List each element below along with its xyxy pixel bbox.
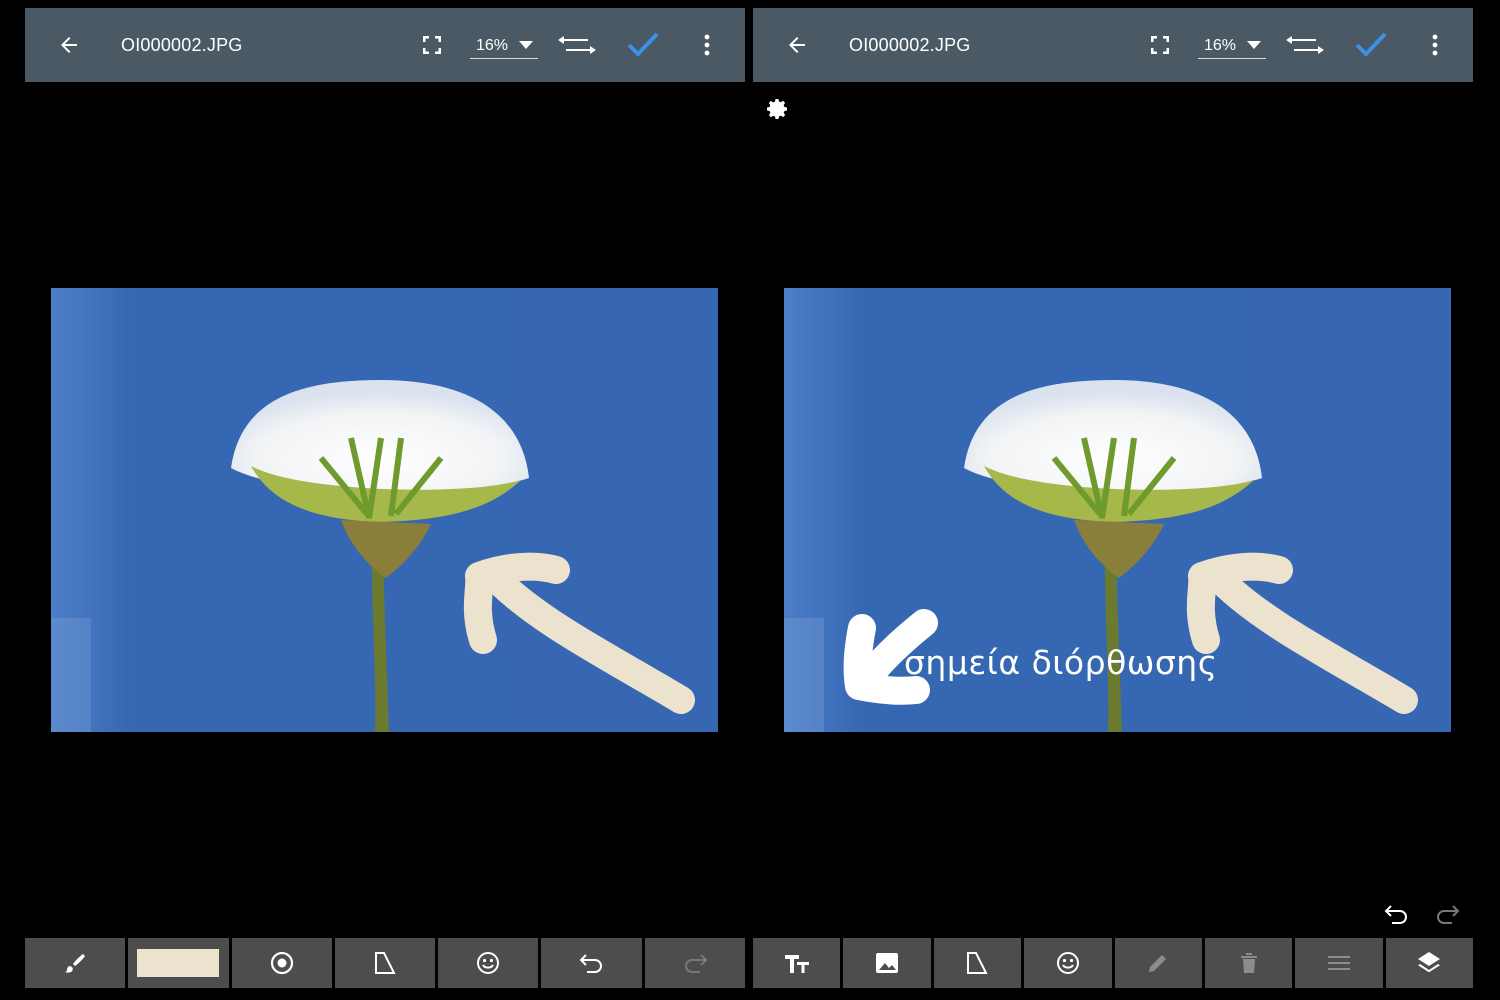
shape-tool-button[interactable] xyxy=(334,938,436,988)
fullscreen-button[interactable] xyxy=(1138,8,1182,82)
zoom-value: 16% xyxy=(1204,37,1237,54)
zoom-value: 16% xyxy=(476,37,509,54)
fullscreen-button[interactable] xyxy=(410,8,454,82)
zoom-dropdown[interactable]: 16% xyxy=(470,34,538,59)
back-button[interactable] xyxy=(773,8,821,82)
overflow-menu-button[interactable] xyxy=(685,8,729,82)
compare-button[interactable] xyxy=(553,8,601,82)
undo-button[interactable] xyxy=(541,938,642,988)
checkmark-icon xyxy=(627,32,659,57)
arrow-back-icon xyxy=(61,37,77,53)
more-vert-icon xyxy=(1432,34,1438,56)
apply-button[interactable] xyxy=(619,8,667,82)
file-title: OI000002.JPG xyxy=(849,34,971,55)
fullscreen-icon xyxy=(1151,36,1169,54)
align-menu-button[interactable] xyxy=(1295,938,1383,988)
left-bottom-toolbar xyxy=(25,938,745,992)
dropdown-arrow-icon xyxy=(1247,41,1261,49)
back-button[interactable] xyxy=(45,8,93,82)
text-size-icon xyxy=(784,955,809,973)
image-tool-button[interactable] xyxy=(843,938,931,988)
emoji-icon xyxy=(477,952,500,974)
delete-button[interactable] xyxy=(1204,938,1293,988)
emoji-tool-button[interactable] xyxy=(1024,938,1112,988)
shape-tool-button[interactable] xyxy=(933,938,1022,988)
checkmark-icon xyxy=(1355,32,1387,57)
shape-icon xyxy=(374,952,396,974)
overflow-menu-button[interactable] xyxy=(1413,8,1457,82)
trash-icon xyxy=(1240,953,1257,973)
menu-lines-icon xyxy=(1327,956,1350,970)
zoom-dropdown[interactable]: 16% xyxy=(1198,34,1266,59)
undo-icon xyxy=(579,954,602,973)
layers-icon xyxy=(1418,952,1441,973)
left-app-bar: OI000002.JPG 16% xyxy=(25,8,745,82)
pencil-icon xyxy=(1149,955,1167,972)
brush-tool-button[interactable] xyxy=(25,938,126,988)
settings-button[interactable] xyxy=(765,96,791,122)
apply-button[interactable] xyxy=(1347,8,1395,82)
canvas-undo-button[interactable] xyxy=(1381,900,1413,928)
canvas-redo-button[interactable] xyxy=(1431,900,1463,928)
layers-button[interactable] xyxy=(1385,938,1473,988)
redo-icon xyxy=(684,954,708,973)
fullscreen-icon xyxy=(423,36,441,54)
swap-arrows-icon xyxy=(1286,36,1324,54)
edit-tool-button[interactable] xyxy=(1114,938,1202,988)
photo-canvas[interactable]: σημεία διόρθωσης xyxy=(784,288,1451,732)
gear-icon xyxy=(767,99,787,119)
emoji-icon xyxy=(1056,952,1079,974)
brush-icon xyxy=(65,954,86,973)
image-icon xyxy=(876,953,899,973)
redo-button[interactable] xyxy=(644,938,745,988)
circle-dot-icon xyxy=(270,951,293,975)
swap-arrows-icon xyxy=(558,36,596,54)
file-title: OI000002.JPG xyxy=(121,34,243,55)
emoji-tool-button[interactable] xyxy=(438,938,539,988)
right-app-bar: OI000002.JPG 16% xyxy=(753,8,1473,82)
photo-canvas[interactable] xyxy=(51,288,718,732)
arrow-back-icon xyxy=(789,37,805,53)
shape-icon xyxy=(967,952,989,974)
compare-button[interactable] xyxy=(1281,8,1329,82)
undo-icon xyxy=(1384,905,1407,924)
overlay-text-label[interactable]: σημεία διόρθωσης xyxy=(904,643,1218,682)
redo-icon xyxy=(1437,905,1460,924)
brush-size-button[interactable] xyxy=(231,938,332,988)
text-tool-button[interactable] xyxy=(753,938,841,988)
right-bottom-toolbar xyxy=(753,938,1473,992)
more-vert-icon xyxy=(704,34,710,56)
color-swatch xyxy=(137,949,220,977)
right-editor-panel: OI000002.JPG 16% σημεία διόρθωσης xyxy=(753,8,1473,1000)
left-editor-panel: OI000002.JPG 16% xyxy=(25,8,745,1000)
dropdown-arrow-icon xyxy=(519,41,533,49)
color-picker-button[interactable] xyxy=(128,938,229,988)
